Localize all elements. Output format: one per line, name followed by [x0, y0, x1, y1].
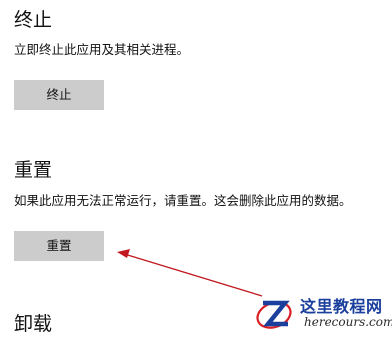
watermark-logo-icon	[256, 300, 292, 329]
watermark: 这里教程网 herecours.com	[254, 291, 392, 336]
reset-section-title: 重置	[14, 159, 53, 181]
uninstall-section-title: 卸载	[14, 313, 53, 335]
annotation-arrow-head	[117, 249, 130, 258]
annotation-arrow-line	[120, 252, 263, 297]
terminate-section-description: 立即终止此应用及其相关进程。	[14, 42, 190, 57]
watermark-site-name: 这里教程网	[300, 297, 383, 316]
terminate-section-title: 终止	[14, 9, 53, 31]
reset-button[interactable]: 重置	[14, 231, 104, 261]
reset-section-description: 如果此应用无法正常运行，请重置。这会删除此应用的数据。	[14, 193, 352, 208]
terminate-button[interactable]: 终止	[14, 80, 104, 110]
watermark-site-domain: herecours.com	[304, 315, 392, 329]
